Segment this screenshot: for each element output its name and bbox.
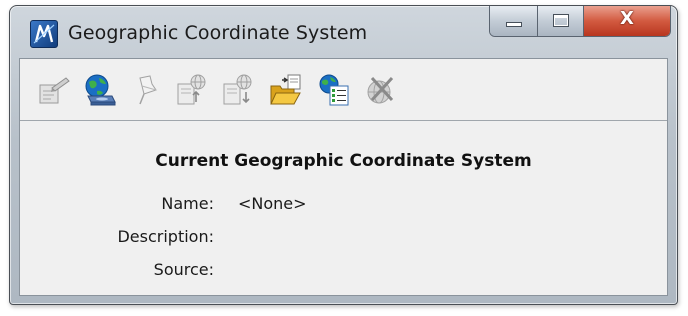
pushpin-icon — [139, 75, 157, 105]
import-from-file-button[interactable] — [220, 72, 256, 108]
close-icon: X — [620, 8, 634, 29]
document-globe-import-icon — [223, 74, 252, 105]
dialog-client-area: Current Geographic Coordinate System Nam… — [19, 58, 668, 296]
toolbar — [20, 59, 667, 121]
export-to-file-button[interactable] — [174, 72, 210, 108]
dialog-window: Geographic Coordinate System X Current G… — [9, 5, 678, 305]
globe-list-icon — [319, 74, 349, 106]
title-bar[interactable]: Geographic Coordinate System X — [10, 6, 677, 58]
from-pushpin-button[interactable] — [128, 72, 164, 108]
globe-database-icon — [85, 74, 116, 106]
globe-delete-icon — [367, 76, 394, 104]
source-label: Source: — [153, 260, 214, 279]
name-value: <None> — [238, 194, 307, 213]
minimize-button[interactable] — [490, 6, 538, 36]
description-label: Description: — [117, 227, 214, 246]
open-file-button[interactable] — [268, 72, 304, 108]
window-title: Geographic Coordinate System — [68, 22, 368, 44]
name-label: Name: — [161, 194, 214, 213]
current-gcs-heading: Current Geographic Coordinate System — [155, 151, 532, 171]
bentley-m-icon[interactable] — [30, 20, 58, 48]
delete-button[interactable] — [362, 72, 398, 108]
maximize-icon — [553, 14, 569, 27]
caption-buttons: X — [489, 6, 671, 37]
open-folder-icon — [270, 74, 301, 105]
close-button[interactable]: X — [584, 6, 670, 36]
maximize-button[interactable] — [538, 6, 584, 36]
from-library-button[interactable] — [82, 72, 118, 108]
minimize-icon — [506, 22, 522, 27]
from-design-file-button[interactable] — [36, 72, 72, 108]
properties-button[interactable] — [316, 72, 352, 108]
pencil-document-icon — [39, 77, 70, 104]
document-globe-export-icon — [177, 74, 206, 105]
